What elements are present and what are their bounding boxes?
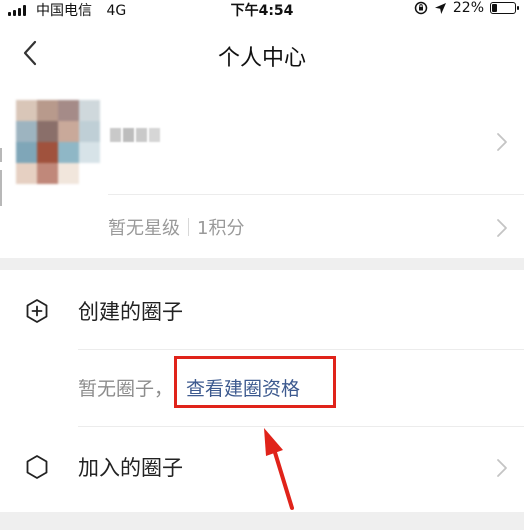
annotation-arrow [264, 428, 294, 510]
